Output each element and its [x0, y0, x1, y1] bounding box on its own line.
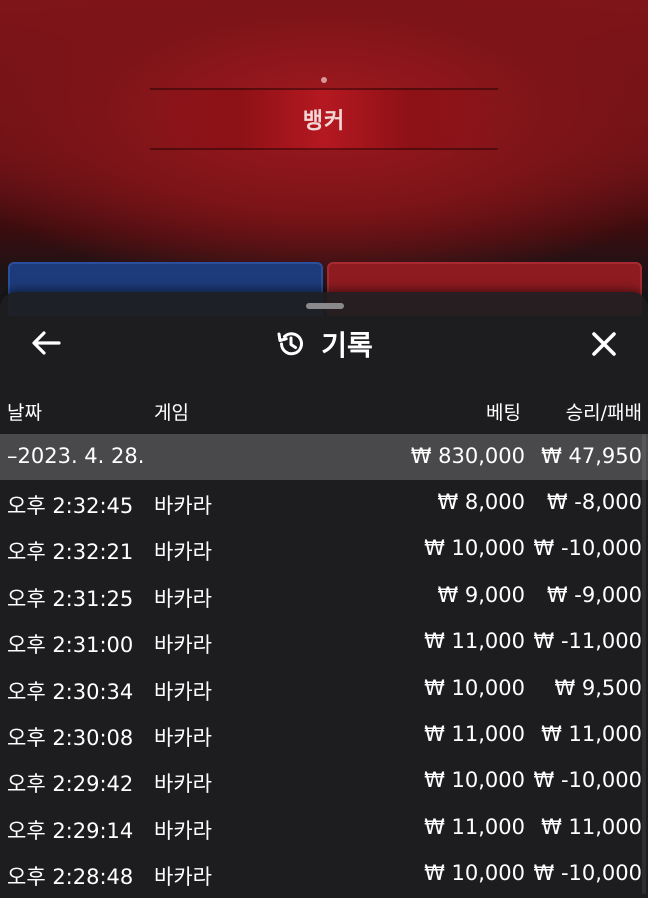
column-header-date: 날짜	[7, 402, 42, 424]
row-result: ₩ -8,000	[546, 490, 642, 514]
row-bet: ₩ 10,000	[424, 768, 525, 793]
drag-handle[interactable]	[306, 303, 344, 309]
table-row[interactable]: 오후 2:30:34 바카라 ₩ 10,000 ₩ 9,500	[0, 666, 648, 712]
row-bet: ₩ 10,000	[424, 536, 525, 561]
close-button[interactable]	[584, 326, 624, 366]
row-game: 바카라	[154, 679, 212, 704]
row-bet: ₩ 11,000	[424, 629, 525, 654]
row-bet: ₩ 11,000	[424, 814, 525, 839]
row-time: 오후 2:28:48	[7, 865, 134, 890]
summary-bet: ₩ 830,000	[410, 444, 525, 468]
row-bet: ₩ 10,000	[424, 675, 525, 700]
row-time: 오후 2:30:08	[7, 725, 134, 750]
row-game: 바카라	[154, 772, 212, 797]
row-result: ₩ -11,000	[533, 629, 643, 654]
table-row[interactable]: 오후 2:32:21 바카라 ₩ 10,000 ₩ -10,000	[0, 526, 648, 572]
banker-banner: 뱅커	[150, 88, 498, 150]
table-row[interactable]: 오후 2:28:48 바카라 ₩ 10,000 ₩ -10,000	[0, 851, 648, 897]
row-bet: ₩ 8,000	[437, 490, 525, 514]
row-result: ₩ -10,000	[533, 768, 643, 793]
summary-date: –2023. 4. 28.	[7, 444, 145, 468]
row-result: ₩ 11,000	[541, 721, 642, 746]
row-game: 바카라	[154, 633, 212, 658]
table-row[interactable]: 오후 2:30:08 바카라 ₩ 11,000 ₩ 11,000	[0, 712, 648, 758]
row-time: 오후 2:32:21	[7, 540, 134, 565]
summary-result: ₩ 47,950	[541, 444, 642, 468]
row-game: 바카라	[154, 494, 212, 518]
table-row[interactable]: 오후 2:31:00 바카라 ₩ 11,000 ₩ -11,000	[0, 619, 648, 665]
column-header-bet: 베팅	[486, 402, 521, 424]
history-sheet: 기록 날짜 게임 베팅 승리/패배 –2023. 4. 28. ₩ 830,00…	[0, 292, 648, 898]
page-title: 기록	[321, 329, 373, 362]
column-header-game: 게임	[154, 402, 189, 424]
row-game: 바카라	[154, 586, 212, 611]
history-list: –2023. 4. 28. ₩ 830,000 ₩ 47,950 오후 2:32…	[0, 434, 648, 898]
row-game: 바카라	[154, 725, 212, 750]
row-result: ₩ -9,000	[546, 582, 642, 607]
date-summary-row[interactable]: –2023. 4. 28. ₩ 830,000 ₩ 47,950	[0, 434, 648, 480]
row-game: 바카라	[154, 865, 212, 890]
table-row[interactable]: 오후 2:32:45 바카라 ₩ 8,000 ₩ -8,000	[0, 480, 648, 526]
banker-banner-label: 뱅커	[302, 109, 346, 134]
row-time: 오후 2:31:25	[7, 586, 134, 611]
table-row[interactable]: 오후 2:29:42 바카라 ₩ 10,000 ₩ -10,000	[0, 758, 648, 804]
row-time: 오후 2:29:42	[7, 772, 134, 797]
table-row[interactable]: 오후 2:31:25 바카라 ₩ 9,000 ₩ -9,000	[0, 573, 648, 619]
row-game: 바카라	[154, 818, 212, 843]
row-bet: ₩ 11,000	[424, 721, 525, 746]
row-time: 오후 2:32:45	[7, 494, 134, 518]
table-row[interactable]: 오후 2:29:14 바카라 ₩ 11,000 ₩ 11,000	[0, 805, 648, 851]
row-time: 오후 2:30:34	[7, 679, 134, 704]
sheet-header: 기록	[0, 322, 648, 366]
indicator-dot	[321, 77, 327, 83]
row-result: ₩ -10,000	[533, 861, 643, 886]
scrollbar[interactable]	[642, 434, 646, 894]
column-header-result: 승리/패배	[565, 402, 642, 424]
close-icon	[590, 330, 618, 362]
row-time: 오후 2:29:14	[7, 818, 134, 843]
row-result: ₩ 9,500	[554, 675, 642, 700]
row-result: ₩ 11,000	[541, 814, 642, 839]
row-result: ₩ -10,000	[533, 536, 643, 561]
row-game: 바카라	[154, 540, 212, 565]
row-bet: ₩ 10,000	[424, 861, 525, 886]
row-time: 오후 2:31:00	[7, 633, 134, 658]
table-header: 날짜 게임 베팅 승리/패배	[0, 390, 648, 430]
row-bet: ₩ 9,000	[437, 582, 525, 607]
history-icon	[275, 328, 307, 360]
